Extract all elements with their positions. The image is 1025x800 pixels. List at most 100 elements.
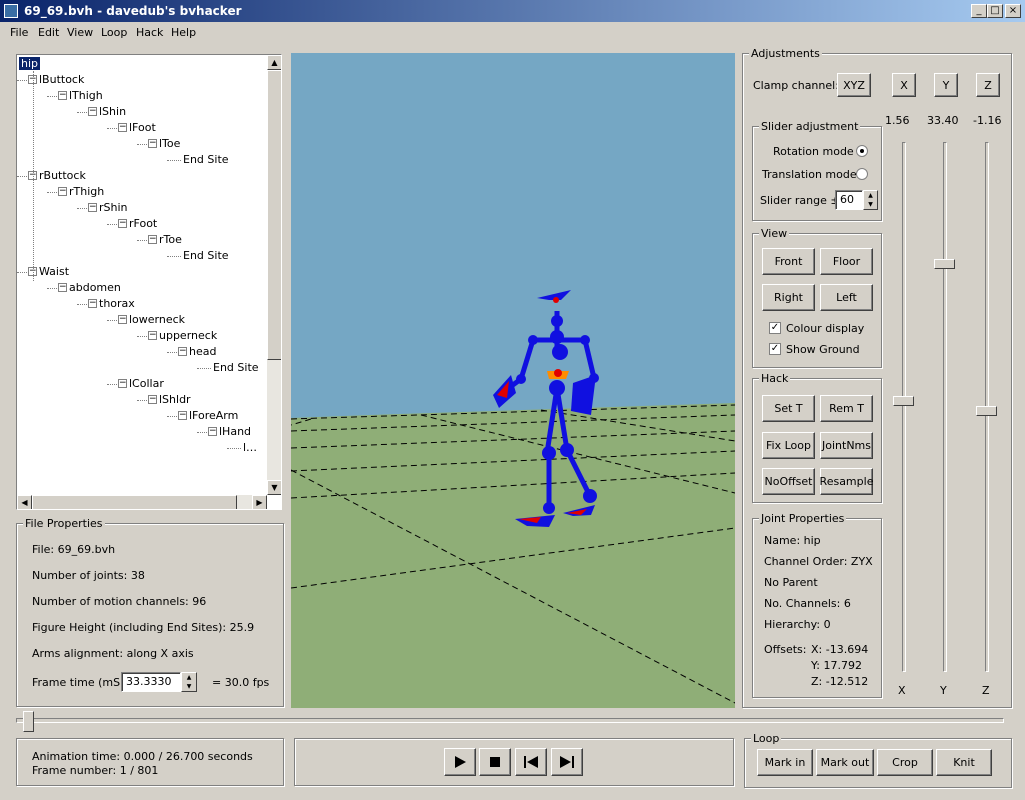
timeline-track[interactable] — [16, 718, 1004, 723]
tree-collapse-icon[interactable]: − — [58, 91, 67, 100]
tree-collapse-icon[interactable]: − — [178, 411, 187, 420]
tree-node[interactable]: rFoot — [129, 217, 157, 230]
tree-collapse-icon[interactable]: − — [118, 315, 127, 324]
slider-range-spinner[interactable]: ▲ ▼ — [863, 190, 878, 210]
play-button[interactable] — [444, 748, 476, 776]
menu-file[interactable]: File — [10, 26, 28, 39]
menu-help[interactable]: Help — [171, 26, 196, 39]
tree-node[interactable]: abdomen — [69, 281, 121, 294]
tree-collapse-icon[interactable]: − — [148, 235, 157, 244]
scroll-left-icon[interactable]: ◀ — [17, 495, 32, 509]
tree-collapse-icon[interactable]: − — [88, 107, 97, 116]
tree-collapse-icon[interactable]: − — [208, 427, 217, 436]
menu-hack[interactable]: Hack — [136, 26, 163, 39]
rem-t-button[interactable]: Rem T — [820, 395, 873, 422]
last-frame-button[interactable] — [551, 748, 583, 776]
menu-loop[interactable]: Loop — [101, 26, 127, 39]
tree-collapse-icon[interactable]: − — [148, 395, 157, 404]
tree-vscroll-thumb[interactable] — [267, 70, 281, 360]
scroll-down-icon[interactable]: ▼ — [267, 480, 281, 495]
slider-x-thumb[interactable] — [893, 396, 914, 406]
no-offset-button[interactable]: NoOffset — [762, 468, 815, 495]
menu-view[interactable]: View — [67, 26, 93, 39]
slider-x-track[interactable] — [902, 142, 906, 672]
slider-y-thumb[interactable] — [934, 259, 955, 269]
animation-time: Animation time: 0.000 / 26.700 seconds — [32, 750, 253, 763]
floor-button[interactable]: Floor — [820, 248, 873, 275]
left-button[interactable]: Left — [820, 284, 873, 311]
clamp-x-button[interactable]: X — [892, 73, 916, 97]
tree-collapse-icon[interactable]: − — [118, 123, 127, 132]
tree-collapse-icon[interactable]: − — [88, 299, 97, 308]
tree-node[interactable]: rThigh — [69, 185, 104, 198]
tree-node[interactable]: lCollar — [129, 377, 164, 390]
play-icon — [455, 756, 466, 768]
timeline-thumb[interactable] — [23, 711, 34, 732]
close-button[interactable]: × — [1005, 4, 1021, 18]
tree-node[interactable]: head — [189, 345, 216, 358]
tree-collapse-icon[interactable]: − — [58, 283, 67, 292]
crop-button[interactable]: Crop — [877, 749, 933, 776]
tree-collapse-icon[interactable]: − — [88, 203, 97, 212]
clamp-xyz-button[interactable]: XYZ — [837, 73, 871, 97]
tree-node[interactable]: lFoot — [129, 121, 156, 134]
rotation-mode-radio[interactable] — [856, 145, 868, 157]
resample-button[interactable]: Resample — [820, 468, 873, 495]
joint-tree[interactable]: hip − lButtock − lThigh − lShin − lFoot − lToe End… — [16, 54, 282, 510]
knit-button[interactable]: Knit — [936, 749, 992, 776]
tree-root-hip[interactable]: hip — [19, 57, 41, 70]
tree-node[interactable]: lToe — [159, 137, 180, 150]
tree-node[interactable]: lForeArm — [189, 409, 238, 422]
frame-time-spinner[interactable]: ▲ ▼ — [181, 672, 197, 692]
joint-names-button[interactable]: JointNms — [820, 432, 873, 459]
tree-node[interactable]: lThigh — [69, 89, 103, 102]
scroll-up-icon[interactable]: ▲ — [267, 55, 281, 70]
tree-node[interactable]: rToe — [159, 233, 182, 246]
tree-node[interactable]: lShldr — [159, 393, 191, 406]
tree-collapse-icon[interactable]: − — [148, 139, 157, 148]
frame-time-input[interactable]: 33.3330 — [121, 672, 181, 692]
show-ground-checkbox[interactable]: ✓ — [769, 343, 781, 355]
slider-z-thumb[interactable] — [976, 406, 997, 416]
slider-range-input[interactable]: 60 — [835, 190, 863, 210]
mark-out-button[interactable]: Mark out — [816, 749, 874, 776]
slider-y-track[interactable] — [943, 142, 947, 672]
maximize-button[interactable]: □ — [987, 4, 1003, 18]
tree-node[interactable]: thorax — [99, 297, 135, 310]
tree-collapse-icon[interactable]: − — [178, 347, 187, 356]
tree-node[interactable]: lShin — [99, 105, 126, 118]
tree-node[interactable]: End Site — [183, 249, 229, 262]
menu-edit[interactable]: Edit — [38, 26, 59, 39]
tree-hscrollbar[interactable]: ◀ ▶ — [17, 495, 267, 509]
tree-vscrollbar[interactable]: ▲ ▼ — [267, 55, 281, 495]
stop-button[interactable] — [479, 748, 511, 776]
scroll-right-icon[interactable]: ▶ — [252, 495, 267, 509]
right-button[interactable]: Right — [762, 284, 815, 311]
front-button[interactable]: Front — [762, 248, 815, 275]
tree-hscroll-thumb[interactable] — [32, 495, 237, 509]
tree-node[interactable]: l… — [243, 441, 257, 454]
clamp-y-button[interactable]: Y — [934, 73, 958, 97]
tree-node[interactable]: rButtock — [39, 169, 86, 182]
colour-display-checkbox[interactable]: ✓ — [769, 322, 781, 334]
fix-loop-button[interactable]: Fix Loop — [762, 432, 815, 459]
tree-node[interactable]: Waist — [39, 265, 69, 278]
tree-node[interactable]: End Site — [213, 361, 259, 374]
tree-collapse-icon[interactable]: − — [148, 331, 157, 340]
tree-node[interactable]: lowerneck — [129, 313, 185, 326]
tree-collapse-icon[interactable]: − — [118, 379, 127, 388]
tree-node[interactable]: End Site — [183, 153, 229, 166]
minimize-button[interactable]: _ — [971, 4, 987, 18]
tree-collapse-icon[interactable]: − — [118, 219, 127, 228]
tree-node[interactable]: upperneck — [159, 329, 217, 342]
3d-viewport[interactable] — [291, 53, 735, 708]
set-t-button[interactable]: Set T — [762, 395, 815, 422]
tree-node[interactable]: lHand — [219, 425, 251, 438]
mark-in-button[interactable]: Mark in — [757, 749, 813, 776]
clamp-z-button[interactable]: Z — [976, 73, 1000, 97]
tree-collapse-icon[interactable]: − — [58, 187, 67, 196]
translation-mode-radio[interactable] — [856, 168, 868, 180]
first-frame-button[interactable] — [515, 748, 547, 776]
tree-node[interactable]: rShin — [99, 201, 128, 214]
tree-node[interactable]: lButtock — [39, 73, 84, 86]
